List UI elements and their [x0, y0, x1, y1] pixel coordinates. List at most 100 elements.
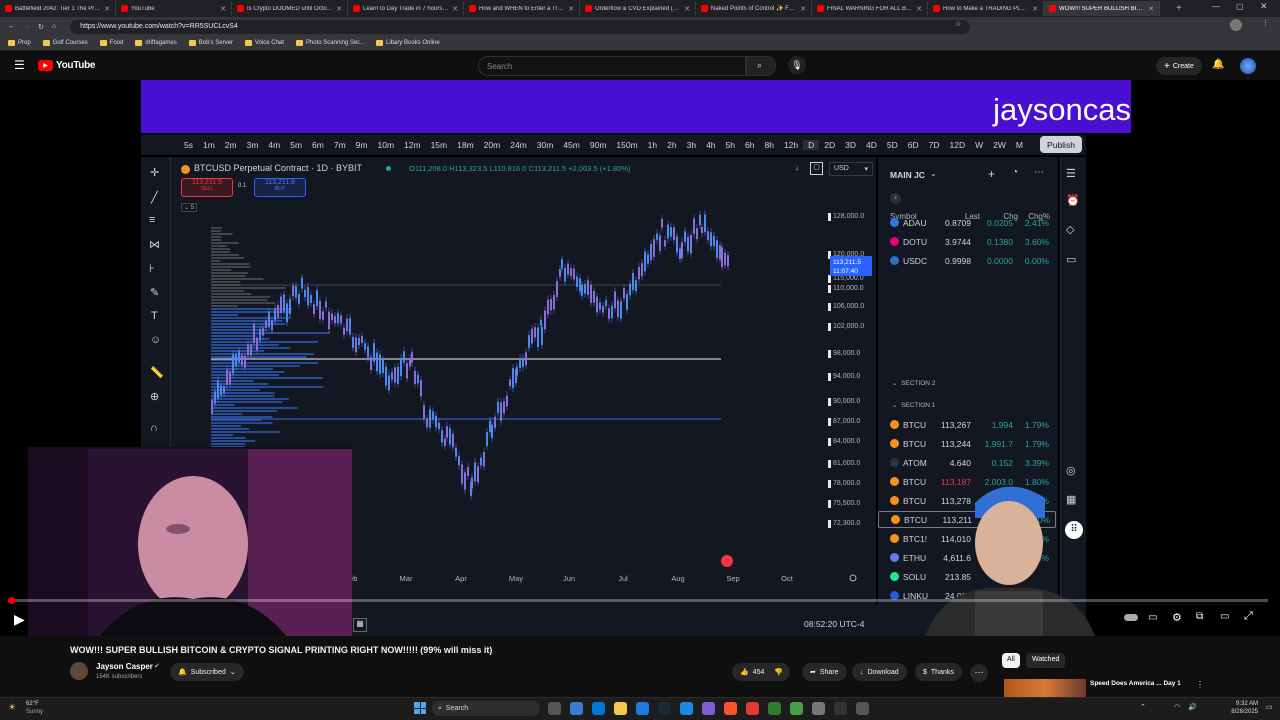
browser-tab[interactable]: YouTube ✕: [116, 1, 232, 16]
timeframe-option[interactable]: 5s: [179, 140, 198, 150]
app-icon-8[interactable]: [856, 702, 869, 715]
bookmark-item[interactable]: Voice Chat: [244, 40, 284, 46]
miniplayer-icon[interactable]: ⧉: [1196, 611, 1203, 622]
currency-select[interactable]: USD ▾: [829, 162, 873, 176]
timeframe-option[interactable]: 24m: [505, 140, 532, 150]
timeframe-option[interactable]: 2h: [662, 140, 681, 150]
bookmark-item[interactable]: Golf Courses: [42, 40, 88, 46]
recommended-thumbnail[interactable]: [1004, 679, 1086, 697]
voice-search-icon[interactable]: 🎙: [788, 56, 806, 74]
channel-avatar[interactable]: [70, 662, 88, 680]
timeframe-option[interactable]: 2W: [988, 140, 1011, 150]
create-button[interactable]: + Create: [1156, 57, 1202, 75]
close-window-icon[interactable]: ✕: [1260, 1, 1268, 12]
watchlist-row[interactable]: DOTU 3.9744 0.1380 3.60%: [878, 233, 1056, 250]
address-bar[interactable]: https://www.youtube.com/watch?v=RR5SUCLc…: [70, 19, 971, 34]
forecast-icon[interactable]: ⊦: [149, 262, 155, 275]
fullscreen-icon[interactable]: ⤢: [1244, 610, 1253, 623]
minimize-icon[interactable]: —: [1212, 2, 1220, 11]
browser-tab[interactable]: Learn to Day Trade in 7 hours a... ✕: [348, 1, 464, 16]
chart-symbol-title[interactable]: BTCUSD Perpetual Contract · 1D · BYBIT: [194, 163, 362, 173]
browser-tab[interactable]: WOW!!! SUPER BULLISH BITCOI...✕: [1044, 1, 1160, 16]
tray-chevron-icon[interactable]: ⌃: [1140, 703, 1146, 711]
close-tab-icon[interactable]: ✕: [800, 5, 806, 13]
timeframe-option[interactable]: 9m: [351, 140, 373, 150]
browser-tab[interactable]: Is Crypto DOOMED until Octob... ✕: [232, 1, 348, 16]
back-icon[interactable]: ←: [8, 23, 15, 30]
timeframe-option[interactable]: 2D: [819, 140, 840, 150]
timeframe-option[interactable]: M: [1011, 140, 1028, 150]
account-avatar[interactable]: [1240, 58, 1256, 74]
chevron-down-icon[interactable]: ⌄: [930, 169, 937, 178]
timeframe-option[interactable]: 12D: [945, 140, 971, 150]
search-button[interactable]: ⌕: [746, 56, 776, 76]
timeframe-option[interactable]: 6m: [307, 140, 329, 150]
timeframe-option[interactable]: 7D: [924, 140, 945, 150]
forward-icon[interactable]: →: [23, 23, 30, 30]
more-options-icon[interactable]: ⋯: [1034, 167, 1044, 178]
notifications-bell-icon[interactable]: 🔔: [1212, 59, 1224, 70]
more-actions-icon[interactable]: ⋯: [970, 664, 988, 682]
timeframe-option[interactable]: 45m: [558, 140, 585, 150]
brave-icon[interactable]: [724, 702, 737, 715]
file-explorer-icon[interactable]: [614, 702, 627, 715]
timeframe-option[interactable]: 150m: [611, 140, 642, 150]
timeframe-option[interactable]: 5m: [285, 140, 307, 150]
bookmark-item[interactable]: Photo Scanning Ser...: [295, 40, 364, 46]
menu-icon[interactable]: ⋮: [1262, 19, 1269, 27]
recommended-title[interactable]: Speed Does America ... Day 1: [1090, 680, 1190, 687]
store-icon[interactable]: [636, 702, 649, 715]
timeframe-option[interactable]: 10m: [372, 140, 399, 150]
app-icon-4[interactable]: [746, 702, 759, 715]
timeframe-option[interactable]: 5h: [721, 140, 740, 150]
new-tab-icon[interactable]: +: [1176, 3, 1182, 14]
close-tab-icon[interactable]: ✕: [1148, 5, 1154, 13]
timeframe-option[interactable]: 30m: [532, 140, 559, 150]
reload-icon[interactable]: ↻: [38, 23, 44, 31]
subtitles-icon[interactable]: ▭: [1148, 612, 1157, 623]
timeframe-option[interactable]: 7m: [329, 140, 351, 150]
magnet-icon[interactable]: ∩: [150, 422, 158, 434]
timeframe-option[interactable]: D: [803, 140, 820, 150]
close-tab-icon[interactable]: ✕: [452, 5, 458, 13]
browser-tab[interactable]: Orderflow & CVD Explained (Hi... ✕: [580, 1, 696, 16]
browser-tab[interactable]: Battlefield 2042: Tier 1 The Pros... ✕: [0, 1, 116, 16]
app-icon-7[interactable]: [834, 702, 847, 715]
wifi-icon[interactable]: ◠: [1174, 703, 1180, 711]
weather-icon[interactable]: ☀: [8, 702, 16, 713]
profile-avatar[interactable]: [1230, 19, 1242, 31]
bookmark-item[interactable]: Bob's Server: [188, 40, 233, 46]
watchlist-flag-icon[interactable]: ♪: [890, 193, 901, 204]
timeframe-option[interactable]: 4h: [701, 140, 720, 150]
section-2-header[interactable]: ⌄ SECTION 2: [892, 379, 935, 387]
close-tab-icon[interactable]: ✕: [916, 5, 922, 13]
progress-bar[interactable]: [12, 599, 1268, 602]
watchlist-row[interactable]: USDC 0.9998 0.0000 0.00%: [878, 252, 1056, 269]
volume-icon[interactable]: 🔊: [1188, 703, 1197, 711]
timeframe-option[interactable]: 5D: [882, 140, 903, 150]
watchlist-toggle-icon[interactable]: ☰: [1066, 167, 1076, 180]
autoplay-toggle[interactable]: [1124, 614, 1138, 621]
watchlist-row[interactable]: ATOM 4.640 0.152 3.39%: [878, 454, 1056, 471]
clock-time[interactable]: 9:32 AM: [1218, 701, 1258, 707]
crosshair-icon[interactable]: ✛: [150, 166, 159, 179]
timeframe-option[interactable]: 18m: [452, 140, 479, 150]
brush-icon[interactable]: ✎: [150, 286, 159, 299]
browser-tab[interactable]: Naked Points of Control ✨ FR... ✕: [696, 1, 812, 16]
app-icon-1[interactable]: [570, 702, 583, 715]
play-icon[interactable]: ▶: [14, 611, 25, 628]
download-button[interactable]: ↓ Download: [852, 663, 907, 681]
taskbar-search[interactable]: ⌕ Search: [432, 701, 540, 716]
bookmark-item[interactable]: Prop: [8, 40, 31, 46]
bookmark-item[interactable]: Food: [99, 40, 123, 46]
home-icon[interactable]: ⌂: [52, 23, 56, 30]
close-tab-icon[interactable]: ✕: [220, 5, 226, 13]
notification-center-icon[interactable]: ▭: [1266, 703, 1273, 711]
advanced-view-icon[interactable]: ◔: [1012, 167, 1018, 178]
close-tab-icon[interactable]: ✕: [684, 5, 690, 13]
chip-all[interactable]: All: [1002, 653, 1020, 668]
recommended-menu-icon[interactable]: ⋮: [1196, 680, 1204, 689]
alerts-clock-icon[interactable]: ⏰: [1066, 194, 1080, 207]
snapshot-icon[interactable]: ▢: [810, 162, 823, 175]
add-symbol-icon[interactable]: +: [988, 167, 995, 181]
